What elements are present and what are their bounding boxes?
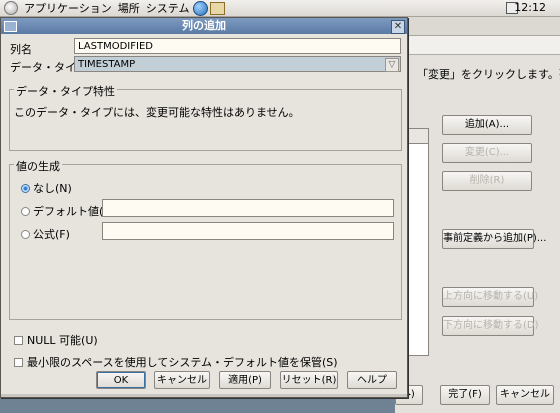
web-browser-icon[interactable] [193, 0, 209, 16]
dialog-titlebar[interactable]: 列の追加 ✕ [1, 18, 407, 34]
background-window-header [395, 36, 560, 55]
add-column-dialog: 列の追加 ✕ 列名 LASTMODIFIED データ・タイプ TIMESTAMP… [0, 17, 408, 398]
nullable-label: NULL 可能(U) [27, 334, 98, 347]
close-icon[interactable]: ✕ [391, 20, 405, 34]
top-panel: アプリケーション 場所 システム 12:12 [0, 0, 560, 17]
help-button[interactable]: ヘルプ [347, 371, 397, 389]
radio-none-label: なし(N) [33, 182, 72, 195]
data-type-value: TIMESTAMP [78, 59, 136, 70]
cancel-button[interactable]: キャンセル [154, 371, 210, 389]
add-column-button[interactable]: 追加(A)... [442, 115, 532, 135]
instruction-text: 「変更」をクリックします。列を [417, 68, 560, 81]
window-menu-icon[interactable] [4, 21, 17, 32]
radio-none[interactable]: なし(N) [21, 180, 72, 196]
add-predefined-button[interactable]: 事前定義から追加(P)... [442, 229, 546, 249]
radio-formula-indicator[interactable] [21, 229, 30, 239]
properties-group-legend: データ・タイプ特性 [14, 83, 117, 99]
radio-formula[interactable]: 公式(F) [21, 226, 70, 242]
clock[interactable]: 12:12 [514, 1, 546, 14]
radio-none-indicator[interactable] [21, 183, 30, 193]
move-down-button[interactable]: 下方向に移動する(D) [442, 316, 539, 336]
data-type-properties-group: データ・タイプ特性 このデータ・タイプには、変更可能な特性はありません。 [9, 83, 402, 151]
radio-default-indicator[interactable] [21, 206, 30, 216]
background-window-titlebar [395, 17, 560, 36]
gnome-foot-icon[interactable] [4, 1, 18, 15]
finish-button[interactable]: 完了(F) [440, 385, 490, 405]
compress-label: 最小限のスペースを使用してシステム・デフォルト値を保管(S) [27, 356, 338, 369]
menu-applications[interactable]: アプリケーション [24, 0, 112, 16]
formula-input[interactable] [102, 222, 394, 240]
column-name-input[interactable]: LASTMODIFIED [74, 38, 401, 54]
menu-places[interactable]: 場所 [118, 0, 140, 16]
background-window: 「変更」をクリックします。列を 追加(A)... 変更(C)... 削除(R) … [395, 17, 560, 413]
mail-icon[interactable] [210, 1, 226, 15]
dialog-title: 列の追加 [182, 19, 226, 32]
chevron-down-icon[interactable]: ▽ [385, 58, 399, 72]
properties-message: このデータ・タイプには、変更可能な特性はありません。 [14, 106, 300, 119]
radio-formula-label: 公式(F) [33, 228, 70, 241]
nullable-checkbox-box[interactable] [14, 335, 23, 345]
menu-system[interactable]: システム [146, 0, 190, 16]
nullable-checkbox[interactable]: NULL 可能(U) [14, 332, 98, 348]
move-up-button[interactable]: 上方向に移動する(U) [442, 287, 538, 307]
compress-checkbox-box[interactable] [14, 357, 23, 367]
value-generation-legend: 値の生成 [14, 158, 62, 174]
column-name-label: 列名 [10, 43, 32, 56]
reset-button[interactable]: リセット(R) [280, 371, 338, 389]
ok-button[interactable]: OK [96, 371, 146, 389]
change-column-button[interactable]: 変更(C)... [442, 143, 532, 163]
compress-checkbox[interactable]: 最小限のスペースを使用してシステム・デフォルト値を保管(S) [14, 354, 338, 370]
apply-button[interactable]: 適用(P) [219, 371, 271, 389]
dialog-bottom-edge [1, 394, 407, 397]
wizard-cancel-button[interactable]: キャンセル [496, 385, 554, 405]
columns-list[interactable] [405, 128, 429, 356]
data-type-select[interactable]: TIMESTAMP ▽ [74, 56, 401, 72]
delete-column-button[interactable]: 削除(R) [442, 171, 532, 191]
default-value-input[interactable] [102, 199, 394, 217]
